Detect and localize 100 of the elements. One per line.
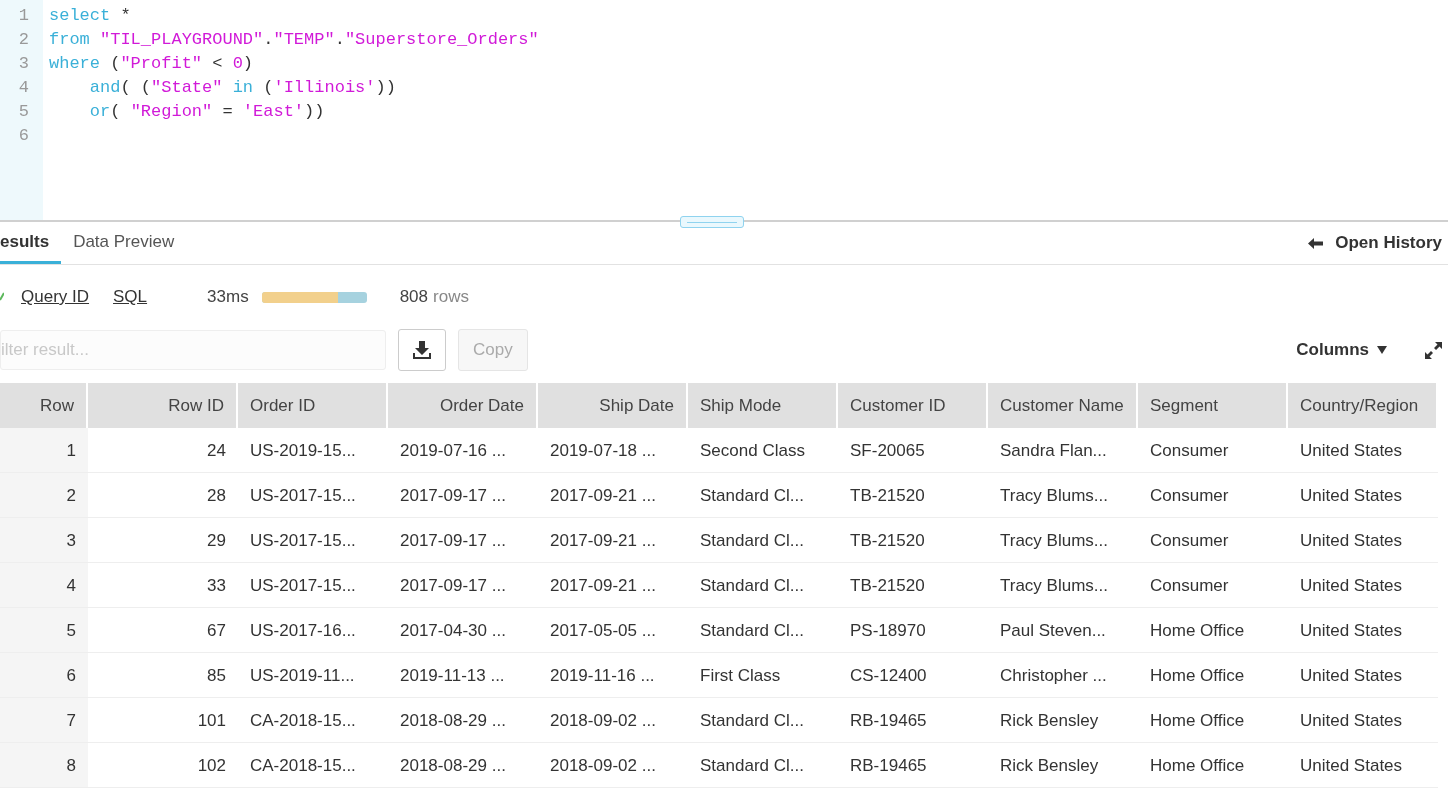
column-header[interactable]: Ship Date: [538, 383, 688, 428]
table-cell: 2018-08-29 ...: [388, 743, 538, 788]
table-cell: United States: [1288, 698, 1438, 743]
check-icon: [0, 292, 4, 302]
line-number: 5: [17, 101, 30, 123]
line-number: 4: [17, 77, 30, 99]
table-cell: Consumer: [1138, 428, 1288, 473]
table-cell: Standard Cl...: [688, 518, 838, 563]
table-cell: US-2017-15...: [238, 518, 388, 563]
table-cell: US-2017-15...: [238, 473, 388, 518]
column-header[interactable]: Row ID: [88, 383, 238, 428]
row-number: 4: [0, 563, 88, 608]
table-cell: Standard Cl...: [688, 608, 838, 653]
table-cell: 2019-07-16 ...: [388, 428, 538, 473]
table-cell: 28: [88, 473, 238, 518]
table-cell: 2017-04-30 ...: [388, 608, 538, 653]
table-cell: RB-19465: [838, 743, 988, 788]
table-cell: 24: [88, 428, 238, 473]
table-cell: United States: [1288, 473, 1438, 518]
table-cell: TB-21520: [838, 563, 988, 608]
row-number: 5: [0, 608, 88, 653]
table-cell: 2017-09-17 ...: [388, 473, 538, 518]
table-cell: United States: [1288, 608, 1438, 653]
table-cell: CS-12400: [838, 653, 988, 698]
table-cell: 2017-09-21 ...: [538, 563, 688, 608]
tab[interactable]: Data Preview: [61, 222, 187, 264]
table-cell: 2019-07-18 ...: [538, 428, 688, 473]
query-id-link[interactable]: Query ID: [21, 287, 90, 307]
column-header[interactable]: Customer Name: [988, 383, 1138, 428]
row-count: 808: [399, 287, 428, 307]
table-cell: Standard Cl...: [688, 563, 838, 608]
table-cell: 67: [88, 608, 238, 653]
table-cell: Tracy Blums...: [988, 563, 1138, 608]
column-header[interactable]: Order Date: [388, 383, 538, 428]
table-cell: 2019-11-16 ...: [538, 653, 688, 698]
rows-label: rows: [433, 287, 469, 307]
table-cell: Home Office: [1138, 653, 1288, 698]
table-cell: 2017-09-21 ...: [538, 518, 688, 563]
code-line: where ("Profit" < 0): [49, 53, 255, 75]
table-cell: 2017-09-17 ...: [388, 518, 538, 563]
table-cell: Sandra Flan...: [988, 428, 1138, 473]
code-line: select *: [49, 5, 132, 27]
table-cell: Consumer: [1138, 518, 1288, 563]
caret-icon: [1377, 346, 1387, 354]
line-number: 1: [17, 5, 30, 27]
table-cell: TB-21520: [838, 518, 988, 563]
column-header[interactable]: Ship Mode: [688, 383, 838, 428]
table-cell: US-2019-11...: [238, 653, 388, 698]
table-cell: 33: [88, 563, 238, 608]
table-cell: Second Class: [688, 428, 838, 473]
open-history-button[interactable]: Open History: [1302, 222, 1448, 264]
duration: 33ms: [207, 287, 249, 307]
table-cell: United States: [1288, 743, 1438, 788]
table-cell: US-2019-15...: [238, 428, 388, 473]
table-cell: Christopher ...: [988, 653, 1138, 698]
table-cell: SF-20065: [838, 428, 988, 473]
table-cell: United States: [1288, 428, 1438, 473]
table-cell: United States: [1288, 653, 1438, 698]
table-cell: RB-19465: [838, 698, 988, 743]
table-cell: Rick Bensley: [988, 743, 1138, 788]
sql-link[interactable]: SQL: [113, 287, 148, 307]
columns-dropdown[interactable]: Columns: [1290, 339, 1393, 361]
tab[interactable]: esults: [0, 222, 62, 264]
download-button[interactable]: [398, 329, 446, 371]
table-cell: CA-2018-15...: [238, 743, 388, 788]
table-cell: Tracy Blums...: [988, 473, 1138, 518]
column-header[interactable]: Customer ID: [838, 383, 988, 428]
table-cell: Home Office: [1138, 743, 1288, 788]
table-cell: Consumer: [1138, 563, 1288, 608]
column-header[interactable]: Country/Region: [1288, 383, 1438, 428]
code-line: and( ("State" in ('Illinois')): [88, 77, 397, 99]
resize-handle[interactable]: [680, 216, 744, 228]
arrow-left-icon: [1308, 237, 1324, 249]
table-cell: 2018-08-29 ...: [388, 698, 538, 743]
table-cell: 2017-09-17 ...: [388, 563, 538, 608]
table-cell: Standard Cl...: [688, 473, 838, 518]
row-number: 3: [0, 518, 88, 563]
table-cell: 2019-11-13 ...: [388, 653, 538, 698]
line-number: 6: [17, 125, 30, 147]
column-header[interactable]: Order ID: [238, 383, 388, 428]
table-cell: Rick Bensley: [988, 698, 1138, 743]
table-cell: 85: [88, 653, 238, 698]
row-number: 2: [0, 473, 88, 518]
download-icon: [412, 340, 432, 360]
row-number: 8: [0, 743, 88, 788]
table-cell: Paul Steven...: [988, 608, 1138, 653]
row-number: 7: [0, 698, 88, 743]
line-number: 3: [17, 53, 30, 75]
table-cell: US-2017-16...: [238, 608, 388, 653]
column-header[interactable]: Row: [0, 383, 88, 428]
table-cell: Standard Cl...: [688, 698, 838, 743]
table-cell: United States: [1288, 518, 1438, 563]
table-cell: 2018-09-02 ...: [538, 743, 688, 788]
table-cell: 29: [88, 518, 238, 563]
table-cell: 2017-09-21 ...: [538, 473, 688, 518]
row-number: 6: [0, 653, 88, 698]
column-header[interactable]: Segment: [1138, 383, 1288, 428]
row-number: 1: [0, 428, 88, 473]
table-cell: 101: [88, 698, 238, 743]
expand-icon[interactable]: [1425, 341, 1442, 359]
